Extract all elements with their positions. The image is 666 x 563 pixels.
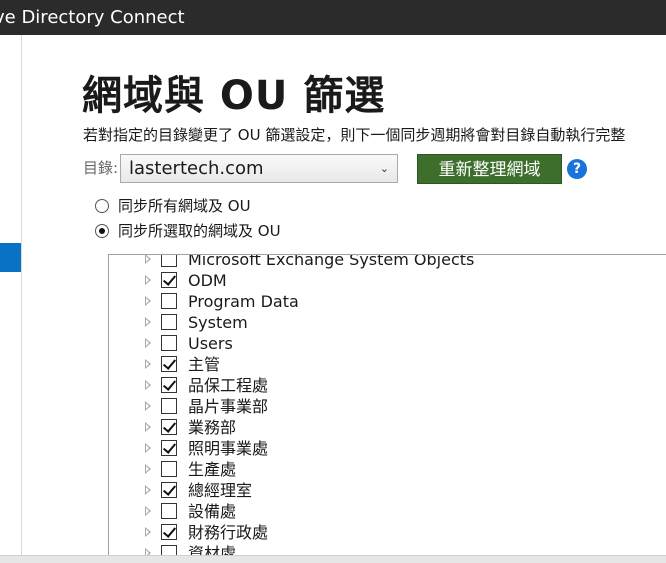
tree-item-label: 品保工程處	[188, 376, 269, 395]
tree-item-checkbox[interactable]	[161, 545, 177, 555]
tree-item-checkbox[interactable]	[161, 314, 177, 330]
radio-sync-selected[interactable]: 同步所選取的網域及 OU	[95, 220, 281, 241]
expand-triangle-icon[interactable]	[145, 296, 151, 306]
expand-triangle-icon[interactable]	[145, 359, 151, 369]
expand-triangle-icon[interactable]	[145, 401, 151, 411]
window-titlebar: ve Directory Connect	[0, 0, 666, 35]
refresh-domains-button[interactable]: 重新整理網域	[417, 154, 562, 184]
tree-item-label: System	[188, 313, 248, 332]
tree-item-label: 總經理室	[188, 481, 253, 500]
expand-triangle-icon[interactable]	[145, 506, 151, 516]
tree-item-checkbox[interactable]	[161, 377, 177, 393]
tree-item-label: 主管	[188, 355, 221, 374]
ou-tree[interactable]: Microsoft Exchange System Objects ODM Prog…	[108, 254, 666, 555]
tree-item-checkbox[interactable]	[161, 503, 177, 519]
tree-item-label: 設備處	[188, 502, 237, 521]
expand-triangle-icon[interactable]	[145, 338, 151, 348]
expand-triangle-icon[interactable]	[145, 317, 151, 327]
tree-item-label: ODM	[188, 271, 227, 290]
main-panel: 網域與 OU 篩選 若對指定的目錄變更了 OU 篩選設定，則下一個同步週期將會對…	[22, 35, 666, 555]
expand-triangle-icon[interactable]	[145, 485, 151, 495]
tree-item-checkbox[interactable]	[161, 524, 177, 540]
tree-item-checkbox[interactable]	[161, 356, 177, 372]
tree-item-label: 晶片事業部	[188, 397, 269, 416]
radio-label-sync-all: 同步所有網域及 OU	[118, 197, 251, 215]
tree-item-label: 財務行政處	[188, 523, 269, 542]
expand-triangle-icon[interactable]	[145, 443, 151, 453]
directory-select[interactable]: lastertech.com ⌄	[120, 154, 398, 183]
chevron-down-icon: ⌄	[379, 162, 389, 175]
tree-item-label: Microsoft Exchange System Objects	[188, 254, 475, 269]
expand-triangle-icon[interactable]	[145, 380, 151, 390]
radio-sync-all[interactable]: 同步所有網域及 OU	[95, 195, 251, 216]
tree-item-label: 資材處	[188, 544, 237, 555]
expand-triangle-icon[interactable]	[145, 527, 151, 537]
tree-item-label: 生產處	[188, 460, 237, 479]
tree-item-label: Program Data	[188, 292, 299, 311]
radio-button-sync-all[interactable]	[95, 198, 109, 213]
radio-button-sync-selected[interactable]	[95, 223, 109, 238]
tree-item-checkbox[interactable]	[161, 293, 177, 309]
expand-triangle-icon[interactable]	[145, 548, 151, 555]
directory-selected-value: lastertech.com	[129, 158, 264, 179]
radio-label-sync-selected: 同步所選取的網域及 OU	[118, 222, 281, 240]
tree-item-checkbox[interactable]	[161, 272, 177, 288]
tree-item-label: Users	[188, 334, 233, 353]
expand-triangle-icon[interactable]	[145, 422, 151, 432]
expand-triangle-icon[interactable]	[145, 464, 151, 474]
page-description: 若對指定的目錄變更了 OU 篩選設定，則下一個同步週期將會對目錄自動執行完整	[83, 126, 626, 144]
sidebar-selected-item[interactable]	[0, 243, 21, 272]
tree-item-checkbox[interactable]	[161, 419, 177, 435]
expand-triangle-icon[interactable]	[145, 255, 151, 264]
help-icon[interactable]: ?	[567, 159, 587, 179]
tree-item-checkbox[interactable]	[161, 461, 177, 477]
tree-item-checkbox[interactable]	[161, 335, 177, 351]
tree-item-checkbox[interactable]	[161, 440, 177, 456]
sidebar	[0, 35, 22, 555]
expand-triangle-icon[interactable]	[145, 275, 151, 285]
tree-item-checkbox[interactable]	[161, 255, 177, 267]
directory-label: 目錄:	[83, 159, 119, 177]
page-title: 網域與 OU 篩選	[82, 73, 386, 119]
tree-item-checkbox[interactable]	[161, 398, 177, 414]
tree-item-checkbox[interactable]	[161, 482, 177, 498]
tree-item-label: 照明事業處	[188, 439, 269, 458]
horizontal-scrollbar[interactable]	[0, 555, 666, 563]
tree-item-label: 業務部	[188, 418, 237, 437]
window-title: ve Directory Connect	[0, 7, 185, 28]
